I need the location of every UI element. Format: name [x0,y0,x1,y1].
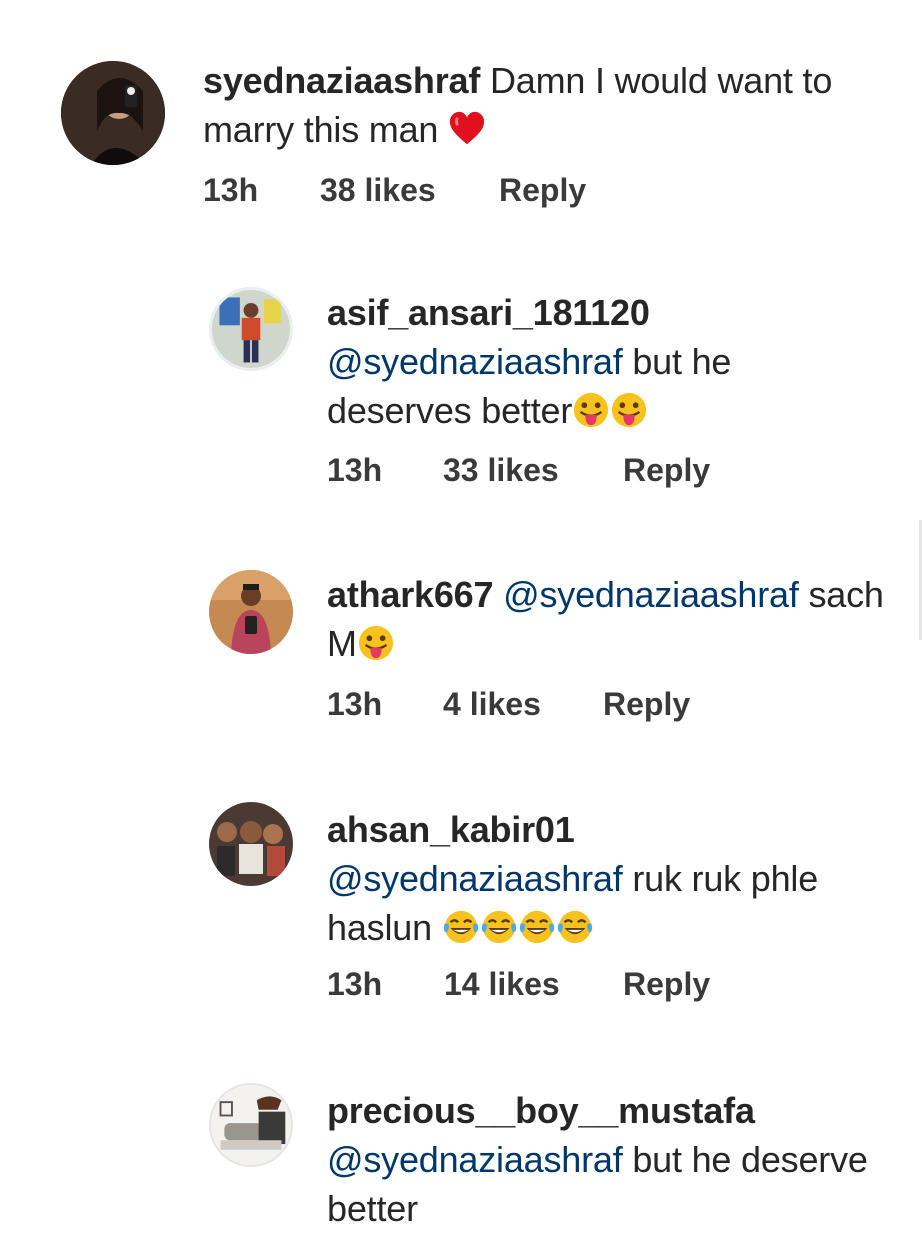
avatar[interactable] [209,1083,293,1167]
comment-meta: 13h 38 likes Reply [203,172,703,212]
comment-likes[interactable]: 33 likes [443,452,559,489]
avatar[interactable] [61,61,165,165]
comment-meta: 13h 33 likes Reply [327,452,827,492]
profile-photo-icon [209,802,293,886]
reply-button[interactable]: Reply [499,172,586,209]
comment-meta: 13h 4 likes Reply [327,686,827,726]
avatar[interactable] [209,802,293,886]
comment-username[interactable]: ahsan_kabir01 [327,805,907,854]
comment-time: 13h [327,452,383,488]
comment-likes[interactable]: 14 likes [444,966,560,1003]
profile-photo-icon [211,1085,291,1165]
tears-of-joy-icon [518,908,556,946]
comment-time: 13h [327,966,383,1002]
comment-body: syednaziaashraf Damn I would want to mar… [203,56,918,154]
comment-meta: 13h 14 likes Reply [327,966,827,1006]
comment-mention[interactable]: @syednaziaashraf [327,1139,623,1180]
reply-button[interactable]: Reply [623,452,710,489]
comment-time: 13h [203,172,259,208]
avatar[interactable] [209,287,293,371]
comment-username[interactable]: asif_ansari_181120 [327,288,847,337]
tongue-face-icon [610,391,648,429]
profile-photo-icon [212,290,290,368]
reply-button[interactable]: Reply [603,686,690,723]
tongue-face-icon [572,391,610,429]
tears-of-joy-icon [442,908,480,946]
avatar[interactable] [209,570,293,654]
reply-button[interactable]: Reply [623,966,710,1003]
comment-body: precious__boy__mustafa @syednaziaashraf … [327,1086,907,1233]
tongue-face-icon [357,624,395,662]
profile-photo-icon [61,61,165,165]
comment-username[interactable]: precious__boy__mustafa [327,1086,907,1135]
comment-time: 13h [327,686,383,722]
comment-body: ahsan_kabir01 @syednaziaashraf ruk ruk p… [327,805,907,952]
comment-username[interactable]: syednaziaashraf [203,60,480,101]
comment-body: athark667 @syednaziaashraf sach M [327,570,907,668]
comment-likes[interactable]: 38 likes [320,172,436,209]
profile-photo-icon [209,570,293,654]
comment-body: asif_ansari_181120 @syednaziaashraf but … [327,288,847,435]
comment-likes[interactable]: 4 likes [443,686,541,723]
comment-mention[interactable]: @syednaziaashraf [327,341,623,382]
comment-mention[interactable]: @syednaziaashraf [327,858,623,899]
red-heart-icon [448,110,486,148]
tears-of-joy-icon [480,908,518,946]
tears-of-joy-icon [556,908,594,946]
comment-username[interactable]: athark667 [327,574,494,615]
comment-mention[interactable]: @syednaziaashraf [503,574,799,615]
